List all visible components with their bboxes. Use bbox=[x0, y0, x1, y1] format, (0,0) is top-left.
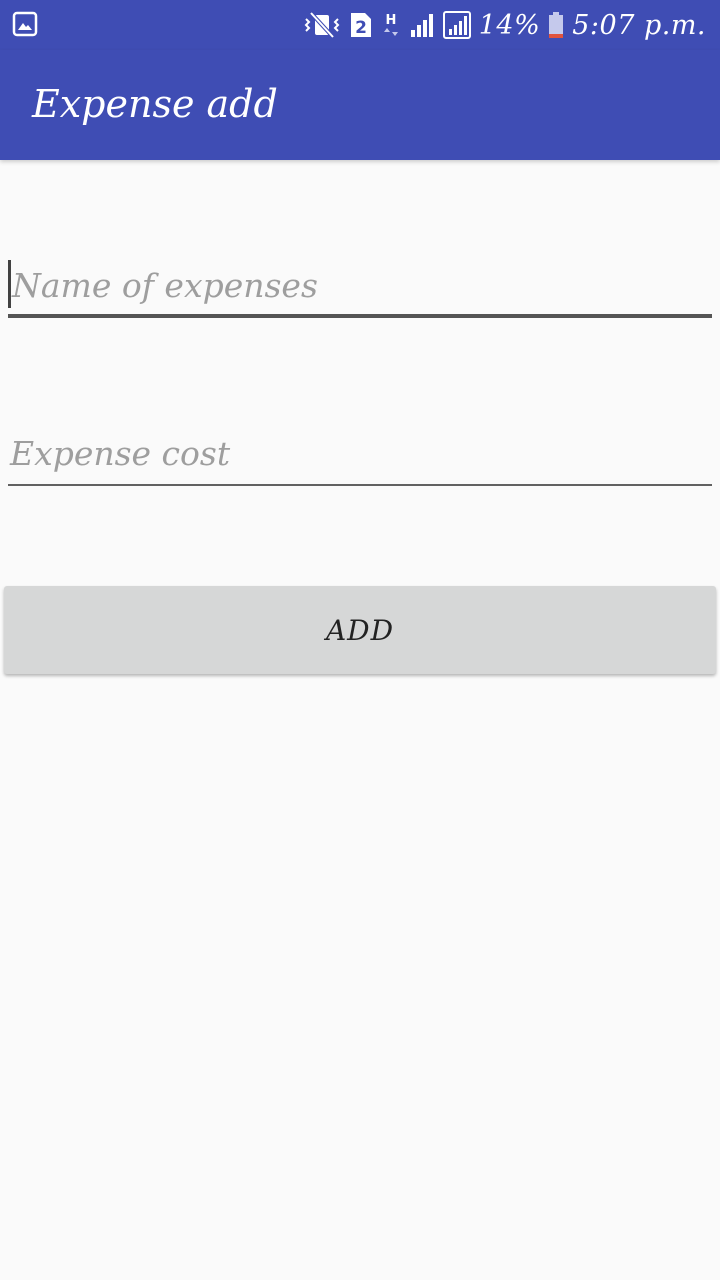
battery-percent: 14% bbox=[478, 9, 541, 41]
expense-name-placeholder[interactable]: Name of expenses bbox=[12, 264, 318, 308]
notification-area bbox=[12, 11, 38, 41]
clock: 5:07 p.m. bbox=[572, 9, 706, 41]
mobile-data-icon: H bbox=[383, 13, 398, 36]
network-type-label: H bbox=[385, 13, 396, 28]
expense-name-underline bbox=[8, 314, 712, 318]
vibrate-icon bbox=[304, 11, 340, 39]
expense-name-field[interactable]: Name of expenses bbox=[8, 250, 712, 318]
status-bar: 2 H 14% 5:07 p.m. bbox=[0, 0, 720, 50]
expense-cost-underline bbox=[8, 484, 712, 486]
add-button-label: ADD bbox=[325, 613, 395, 647]
expense-cost-placeholder[interactable]: Expense cost bbox=[10, 432, 230, 476]
sim2-icon: 2 bbox=[350, 13, 371, 38]
expense-cost-field[interactable]: Expense cost bbox=[8, 428, 712, 486]
sim-badge: 2 bbox=[355, 18, 367, 38]
system-status-icons: 2 H 14% 5:07 p.m. bbox=[303, 6, 706, 44]
text-cursor bbox=[8, 260, 11, 308]
app-bar: Expense add bbox=[0, 50, 720, 160]
add-button[interactable]: ADD bbox=[4, 586, 716, 674]
battery-icon bbox=[549, 12, 564, 38]
signal-icon bbox=[442, 11, 471, 39]
signal-icon bbox=[410, 14, 433, 37]
gallery-icon bbox=[12, 11, 38, 37]
page-title: Expense add bbox=[32, 82, 278, 126]
